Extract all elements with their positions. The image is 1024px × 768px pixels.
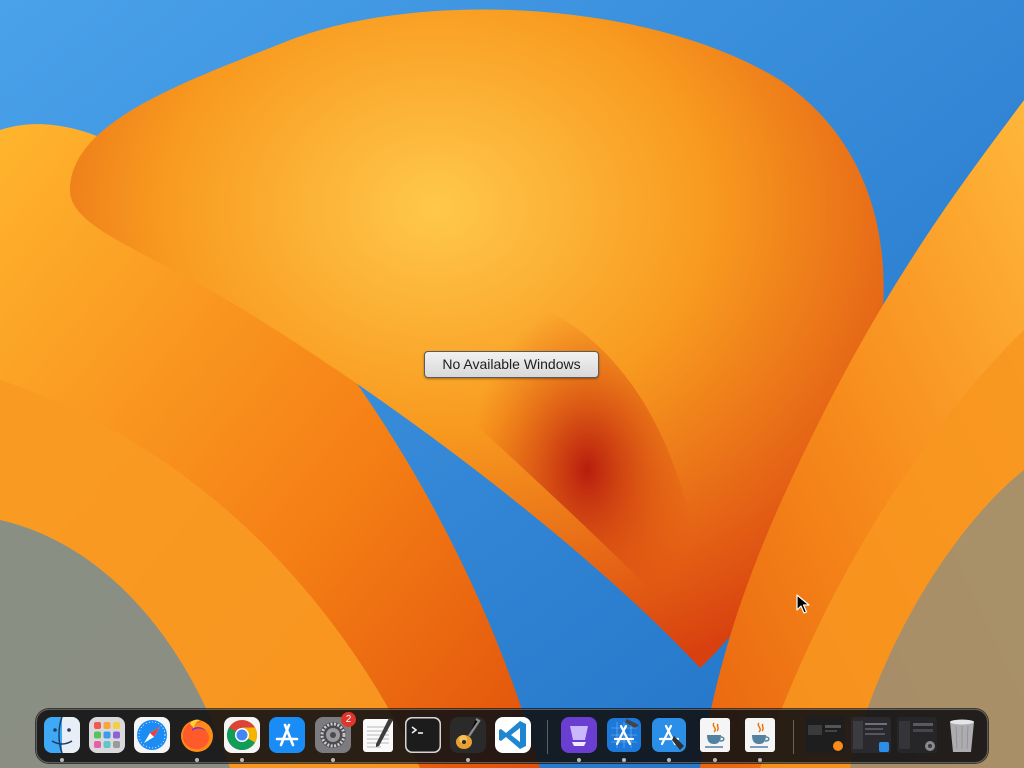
simulator-icon [652, 718, 686, 752]
dock-app-instruments[interactable] [560, 716, 598, 762]
dock-trash[interactable] [943, 716, 981, 754]
running-indicator [60, 758, 64, 762]
dock-app-textedit[interactable] [359, 716, 397, 754]
garageband-icon [450, 717, 486, 753]
minimized-window-settings-icon [897, 717, 937, 753]
dock-app-firefox[interactable] [178, 716, 216, 762]
dock-app-finder[interactable] [43, 716, 81, 762]
minimized-window-firefox[interactable] [805, 717, 845, 753]
safari-icon [134, 717, 170, 753]
dock-app-vscode[interactable] [494, 716, 532, 754]
running-indicator [667, 758, 671, 762]
dock-separator [547, 720, 548, 754]
minimized-window-xcode-icon [851, 717, 891, 753]
running-indicator [331, 758, 335, 762]
dock-app-garageband[interactable] [449, 716, 487, 762]
running-indicator [577, 758, 581, 762]
java-icon [700, 718, 730, 752]
finder-icon [44, 716, 80, 754]
chrome-icon [224, 717, 260, 753]
terminal-icon [405, 717, 441, 753]
dock-separator [793, 720, 794, 754]
minimized-window-settings[interactable] [897, 717, 937, 753]
minimized-window-xcode[interactable] [851, 717, 891, 753]
java-icon [745, 718, 775, 752]
dock-app-xcode[interactable] [605, 716, 643, 762]
dock: 2 [36, 709, 988, 763]
desktop-wallpaper [0, 0, 1024, 768]
dock-app-java[interactable] [696, 716, 734, 762]
running-indicator [758, 758, 762, 762]
dock-app-launchpad[interactable] [88, 716, 126, 754]
dock-app-safari[interactable] [133, 716, 171, 754]
vscode-icon [495, 717, 531, 753]
minimized-window-firefox-icon [805, 717, 845, 753]
launchpad-icon [89, 717, 125, 753]
running-indicator [713, 758, 717, 762]
dock-app-app-store[interactable] [268, 716, 306, 754]
dock-app-chrome[interactable] [223, 716, 261, 762]
running-indicator [195, 758, 199, 762]
notification-badge: 2 [341, 712, 356, 727]
dock-app-simulator[interactable] [650, 716, 688, 762]
hud-label: No Available Windows [442, 356, 581, 372]
mouse-pointer-icon [796, 594, 810, 614]
running-indicator [240, 758, 244, 762]
trash-icon [950, 719, 974, 752]
dock-app-system-settings[interactable]: 2 [314, 712, 356, 762]
instruments-icon [561, 717, 597, 753]
dock-app-java[interactable] [741, 716, 779, 762]
textedit-icon [363, 718, 393, 752]
firefox-icon [181, 719, 213, 752]
no-windows-hud: No Available Windows [424, 351, 599, 378]
running-indicator [466, 758, 470, 762]
dock-app-terminal[interactable] [404, 716, 442, 754]
app-store-icon [269, 717, 305, 753]
running-indicator [622, 758, 626, 762]
xcode-icon [607, 718, 641, 752]
